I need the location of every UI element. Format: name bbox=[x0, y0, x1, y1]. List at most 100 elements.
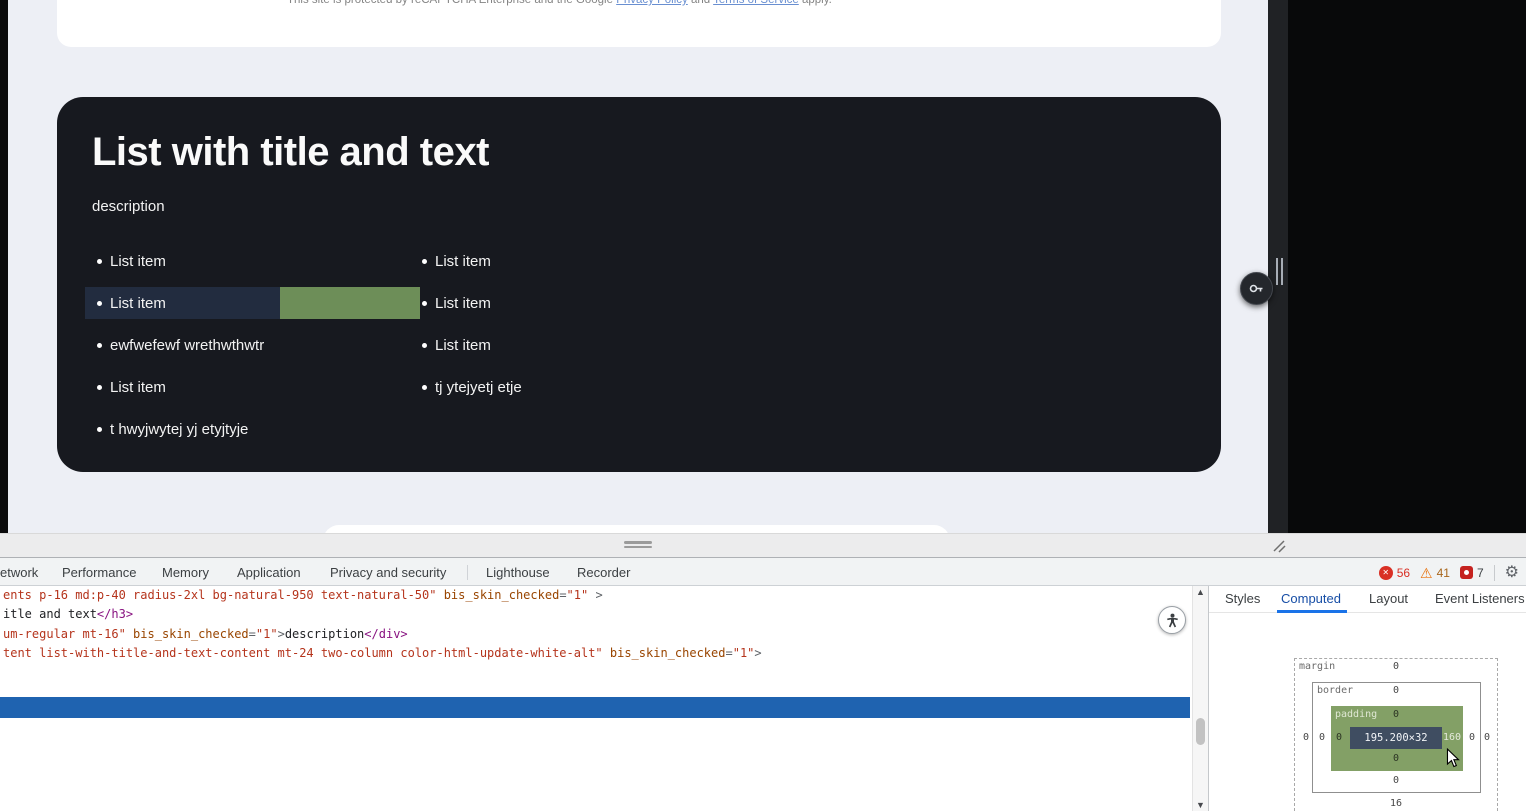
box-model-content[interactable]: 195.200×32 bbox=[1350, 727, 1442, 749]
list-item-label: List item bbox=[110, 253, 166, 270]
scrollbar-thumb[interactable] bbox=[1196, 718, 1205, 745]
gear-icon[interactable]: ⚙ bbox=[1505, 565, 1519, 581]
mouse-cursor bbox=[1446, 748, 1460, 774]
key-icon bbox=[1248, 280, 1265, 297]
list-item-label: tj ytejyetj etje bbox=[435, 379, 522, 396]
tab-performance[interactable]: Performance bbox=[62, 559, 136, 586]
warning-count: 41 bbox=[1437, 566, 1450, 580]
padding-bottom-value: 0 bbox=[1393, 753, 1399, 764]
selected-dom-node-row[interactable] bbox=[0, 697, 1190, 718]
tab-recorder[interactable]: Recorder bbox=[577, 559, 630, 586]
drawer-handle[interactable] bbox=[1274, 258, 1286, 285]
scroll-down-icon[interactable]: ▼ bbox=[1193, 800, 1208, 810]
terms-of-service-link[interactable]: Terms of Service bbox=[713, 0, 799, 6]
sidebar-tabs: Styles Computed Layout Event Listeners bbox=[1209, 586, 1526, 613]
error-icon: ✕ bbox=[1379, 566, 1393, 580]
list-item: List item bbox=[417, 324, 522, 366]
extension-floating-button[interactable] bbox=[1240, 272, 1273, 305]
list-with-title-card: List with title and text description Lis… bbox=[57, 97, 1221, 472]
scroll-up-icon[interactable]: ▲ bbox=[1193, 587, 1208, 597]
devtools-status-area: ✕56 ⚠ 41 7 ⚙ bbox=[1379, 559, 1526, 586]
recaptcha-notice-card: This site is protected by reCAPTCHA Ente… bbox=[57, 0, 1221, 47]
list-item-label: ewfwefewf wrethwthwtr bbox=[110, 337, 264, 354]
accessibility-person-icon bbox=[1165, 613, 1180, 628]
dom-node-line[interactable]: um-regular mt-16" bis_skin_checked="1">d… bbox=[3, 625, 408, 644]
attr-value: um-regular mt-16" bbox=[3, 627, 126, 641]
equals-sign: = bbox=[725, 646, 732, 660]
devtools-resize-strip bbox=[0, 533, 1526, 557]
tab-event-listeners[interactable]: Event Listeners bbox=[1435, 586, 1525, 613]
border-label: border bbox=[1317, 685, 1353, 696]
bullet-icon bbox=[97, 259, 102, 264]
list-item: t hwyjwytej yj etyjtyje bbox=[92, 408, 264, 450]
tab-network[interactable]: etwork bbox=[0, 559, 38, 586]
elements-scrollbar[interactable]: ▲ ▼ bbox=[1192, 586, 1208, 811]
bullet-icon bbox=[97, 427, 102, 432]
warning-icon: ⚠ bbox=[1420, 566, 1433, 580]
padding-top-value: 0 bbox=[1393, 709, 1399, 720]
bullet-icon bbox=[97, 301, 102, 306]
attr-value: ents p-16 md:p-40 radius-2xl bg-natural-… bbox=[3, 588, 436, 602]
tab-styles[interactable]: Styles bbox=[1225, 586, 1260, 613]
tab-layout[interactable]: Layout bbox=[1369, 586, 1408, 613]
privacy-policy-link[interactable]: Privacy Policy bbox=[616, 0, 688, 6]
list-item-label: List item bbox=[435, 337, 491, 354]
border-top-value: 0 bbox=[1393, 685, 1399, 696]
list-item-label: t hwyjwytej yj etyjtyje bbox=[110, 421, 248, 438]
margin-right-value: 0 bbox=[1484, 732, 1490, 743]
card-description: description bbox=[92, 198, 165, 215]
list-item-label: List item bbox=[110, 379, 166, 396]
styles-sidebar: Styles Computed Layout Event Listeners 1… bbox=[1208, 586, 1526, 811]
attr-value: "1" bbox=[733, 646, 755, 660]
tag-close: > bbox=[278, 627, 285, 641]
attr-value: tent list-with-title-and-text-content mt… bbox=[3, 646, 603, 660]
issues-icon bbox=[1460, 566, 1473, 579]
equals-sign: = bbox=[559, 588, 566, 602]
issues-count-badge[interactable]: 7 bbox=[1460, 566, 1484, 580]
closing-tag: </h3> bbox=[97, 607, 133, 621]
devtools-drag-handle[interactable] bbox=[624, 541, 652, 550]
margin-left-value: 0 bbox=[1303, 732, 1309, 743]
list-item: List item bbox=[417, 240, 522, 282]
tag-close: > bbox=[754, 646, 761, 660]
border-bottom-value: 0 bbox=[1393, 775, 1399, 786]
attr-value: "1" bbox=[256, 627, 278, 641]
tab-application[interactable]: Application bbox=[237, 559, 301, 586]
list-column-left: List item List item ewfwefewf wrethwthwt… bbox=[92, 240, 264, 450]
bullet-icon bbox=[97, 343, 102, 348]
padding-left-value: 0 bbox=[1336, 732, 1342, 743]
attr-value: "1" bbox=[567, 588, 589, 602]
list-item-label: List item bbox=[435, 295, 491, 312]
margin-bottom-value: 16 bbox=[1390, 798, 1402, 809]
selected-tab-underline bbox=[1277, 610, 1347, 613]
warning-count-badge[interactable]: ⚠ 41 bbox=[1420, 566, 1450, 580]
recaptcha-and: and bbox=[688, 0, 713, 6]
padding-right-value: 160 bbox=[1443, 732, 1461, 743]
toolbar-separator bbox=[467, 565, 468, 580]
tab-lighthouse[interactable]: Lighthouse bbox=[486, 559, 550, 586]
dom-node-line[interactable]: itle and text</h3> bbox=[3, 605, 133, 624]
recaptcha-notice-text: This site is protected by reCAPTCHA Ente… bbox=[287, 0, 832, 6]
window-resize-grip[interactable] bbox=[1270, 537, 1288, 555]
equals-sign: = bbox=[249, 627, 256, 641]
bullet-icon bbox=[97, 385, 102, 390]
border-left-value: 0 bbox=[1319, 732, 1325, 743]
border-right-value: 0 bbox=[1469, 732, 1475, 743]
tab-computed[interactable]: Computed bbox=[1281, 586, 1341, 613]
recaptcha-prefix: This site is protected by reCAPTCHA Ente… bbox=[287, 0, 616, 6]
bullet-icon bbox=[422, 301, 427, 306]
tab-memory[interactable]: Memory bbox=[162, 559, 209, 586]
list-item: List item bbox=[92, 366, 264, 408]
dom-node-line[interactable]: tent list-with-title-and-text-content mt… bbox=[3, 644, 762, 663]
margin-top-value: 0 bbox=[1393, 661, 1399, 672]
error-count-badge[interactable]: ✕56 bbox=[1379, 566, 1410, 580]
dom-node-line[interactable]: ents p-16 md:p-40 radius-2xl bg-natural-… bbox=[3, 586, 603, 605]
accessibility-button[interactable] bbox=[1158, 606, 1186, 634]
attr-name: bis_skin_checked bbox=[436, 588, 559, 602]
list-item: ewfwefewf wrethwthwtr bbox=[92, 324, 264, 366]
margin-label: margin bbox=[1299, 661, 1335, 672]
tab-privacy-and-security[interactable]: Privacy and security bbox=[330, 559, 446, 586]
list-item: tj ytejyetj etje bbox=[417, 366, 522, 408]
window-background bbox=[1288, 0, 1526, 533]
tag-close: > bbox=[588, 588, 602, 602]
